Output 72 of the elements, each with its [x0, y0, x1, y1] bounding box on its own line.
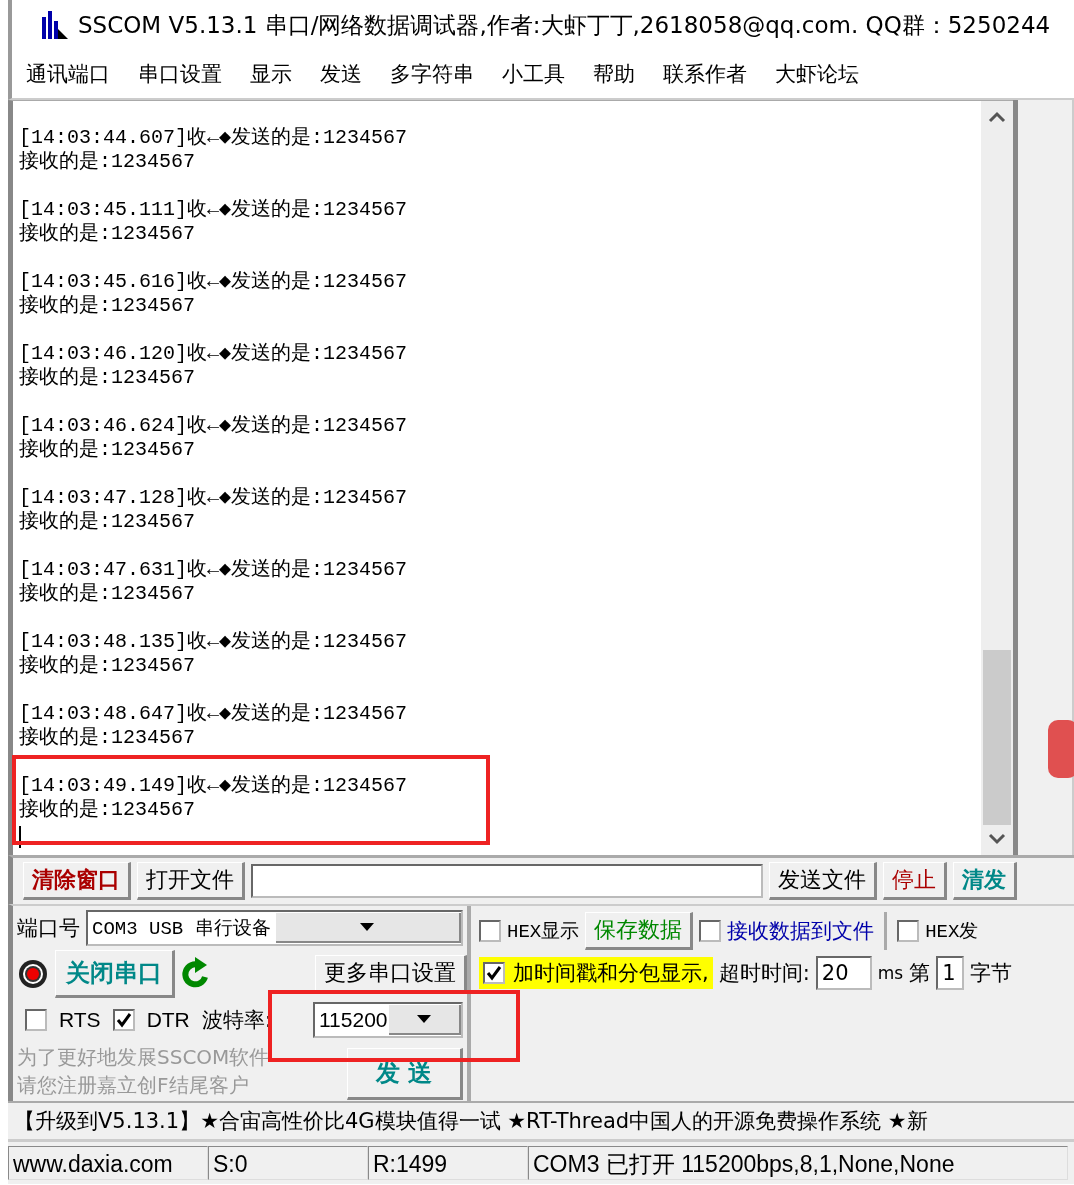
log-line: 接收的是:1234567	[19, 222, 195, 246]
checkbox[interactable]	[112, 1009, 135, 1031]
clear-send-button[interactable]: 清发	[953, 862, 1017, 900]
log-line: 接收的是:1234567	[19, 582, 195, 606]
close-port-button[interactable]: 关闭串口	[55, 950, 175, 998]
hex-display-label: HEX显示	[507, 920, 580, 944]
timeout-field[interactable]: 20	[815, 956, 872, 990]
checkbox[interactable]	[483, 962, 505, 984]
log-line: 接收的是:1234567	[19, 510, 195, 534]
send-button[interactable]: 发 送	[346, 1048, 463, 1100]
stop-button[interactable]: 停止	[883, 862, 947, 900]
log-line: [14:03:45.111]收←◆发送的是:1234567	[19, 198, 408, 222]
log-line: [14:03:45.616]收←◆发送的是:1234567	[19, 270, 408, 294]
menu-item[interactable]: 串口设置	[138, 60, 222, 88]
dtr-label: DTR	[146, 1008, 190, 1032]
log-line: 接收的是:1234567	[19, 438, 195, 462]
port-label: 端口号	[17, 915, 80, 942]
status-field: www.daxia.com	[8, 1146, 208, 1180]
log-line: 接收的是:1234567	[19, 150, 195, 174]
unit-label: ms	[877, 963, 904, 983]
menu-item[interactable]: 多字符串	[390, 60, 474, 88]
text-cursor	[19, 826, 21, 848]
menu-item[interactable]: 显示	[250, 60, 292, 88]
log-line: [14:03:48.647]收←◆发送的是:1234567	[19, 702, 408, 726]
app-logo-icon	[40, 9, 70, 41]
hex-send-label: HEX发	[925, 920, 979, 944]
status-field: R:1499	[368, 1146, 528, 1180]
send-file-button[interactable]: 发送文件	[769, 862, 877, 900]
byte-suffix-label: 字节	[970, 960, 1013, 987]
byte-index-field[interactable]: 1	[936, 956, 965, 990]
floating-tab[interactable]	[1048, 720, 1074, 778]
checkbox[interactable]	[25, 1009, 47, 1031]
byte-prefix-label: 第	[909, 960, 931, 987]
file-path-field[interactable]	[251, 864, 763, 898]
checkbox[interactable]	[479, 920, 501, 942]
register-notice: 为了更好地发展SSCOM软件 请您注册嘉立创F结尾客户	[17, 1044, 270, 1099]
log-line: 接收的是:1234567	[19, 654, 195, 678]
save-data-button[interactable]: 保存数据	[585, 912, 694, 950]
menu-item[interactable]: 通讯端口	[26, 60, 110, 88]
status-field: COM3 已打开 115200bps,8,1,None,None	[528, 1146, 1068, 1180]
scroll-thumb[interactable]	[983, 650, 1011, 825]
menu-item[interactable]: 联系作者	[663, 60, 747, 88]
log-line: [14:03:46.120]收←◆发送的是:1234567	[19, 342, 408, 366]
log-line: [14:03:47.631]收←◆发送的是:1234567	[19, 558, 408, 582]
checkbox[interactable]	[897, 920, 920, 942]
log-line: [14:03:44.607]收←◆发送的是:1234567	[19, 126, 408, 150]
log-line: [14:03:48.135]收←◆发送的是:1234567	[19, 630, 408, 654]
menu-item[interactable]: 发送	[320, 60, 362, 88]
port-select[interactable]: COM3 USB 串行设备	[86, 910, 463, 946]
window-title: SSCOM V5.13.1 串口/网络数据调试器,作者:大虾丁丁,2618058@qq.com. QQ群：5250244	[78, 10, 1051, 40]
menu-item[interactable]: 大虾论坛	[775, 60, 859, 88]
menu-item[interactable]: 帮助	[593, 60, 635, 88]
log-line: [14:03:47.128]收←◆发送的是:1234567	[19, 486, 408, 510]
more-settings-button[interactable]: 更多串口设置	[315, 955, 467, 993]
status-field: S:0	[208, 1146, 368, 1180]
status-led-icon	[17, 958, 49, 990]
log-line: [14:03:49.149]收←◆发送的是:1234567	[19, 774, 408, 798]
log-line: 接收的是:1234567	[19, 366, 195, 390]
log-line: 接收的是:1234567	[19, 726, 195, 750]
log-line: 接收的是:1234567	[19, 798, 195, 822]
open-file-button[interactable]: 打开文件	[137, 862, 245, 900]
baud-rate-select[interactable]: 115200	[313, 1002, 463, 1038]
scrollbar[interactable]	[981, 101, 1013, 855]
checkbox[interactable]	[699, 920, 722, 942]
timeout-label: 超时时间:	[718, 960, 810, 987]
log-line: [14:03:46.624]收←◆发送的是:1234567	[19, 414, 408, 438]
log-line: 接收的是:1234567	[19, 294, 195, 318]
menu-item[interactable]: 小工具	[502, 60, 565, 88]
clear-window-button[interactable]: 清除窗口	[23, 862, 131, 900]
timestamp-option[interactable]: 加时间戳和分包显示,	[479, 957, 713, 989]
rts-label: RTS	[59, 1008, 101, 1032]
receive-to-file-label: 接收数据到文件	[727, 918, 875, 945]
